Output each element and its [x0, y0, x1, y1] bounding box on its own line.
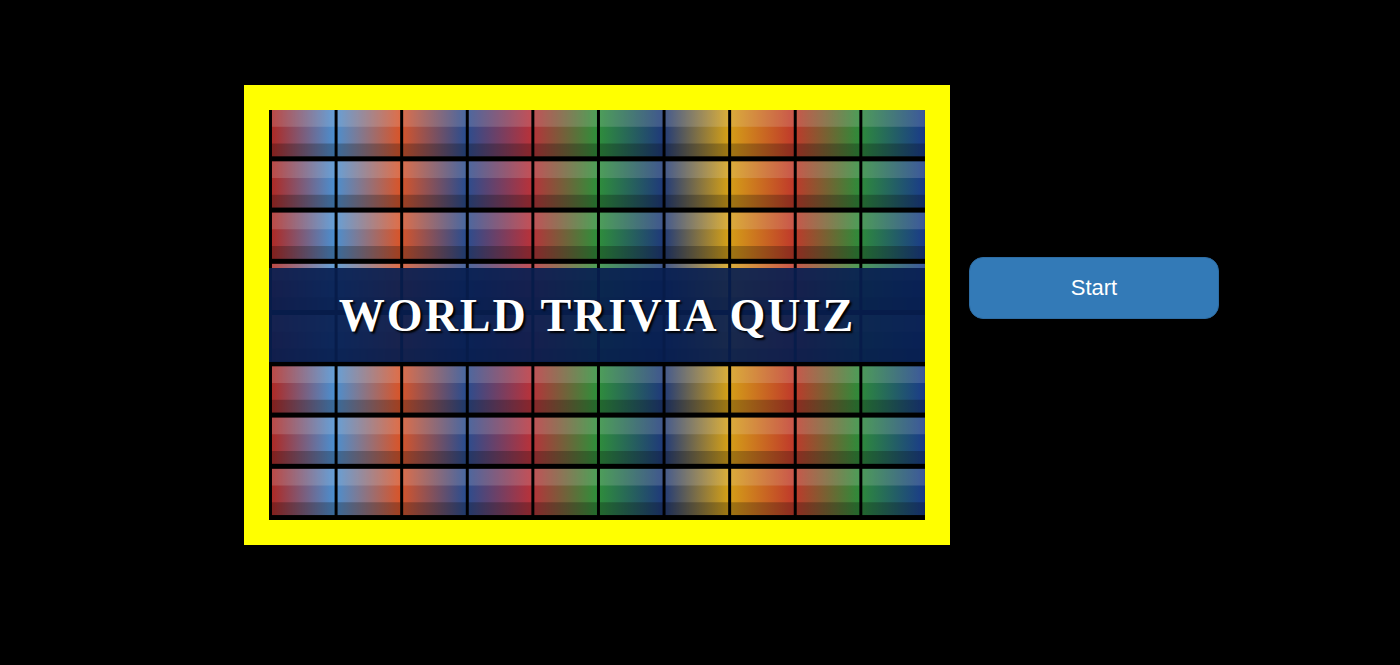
quiz-title: WORLD TRIVIA QUIZ — [339, 289, 855, 342]
title-band: WORLD TRIVIA QUIZ — [269, 268, 925, 362]
quiz-banner-frame: WORLD TRIVIA QUIZ — [244, 85, 950, 545]
flags-picture: WORLD TRIVIA QUIZ — [269, 110, 925, 520]
start-button[interactable]: Start — [969, 257, 1219, 319]
page: WORLD TRIVIA QUIZ Start — [0, 0, 1400, 665]
actions: Start — [969, 257, 1219, 319]
